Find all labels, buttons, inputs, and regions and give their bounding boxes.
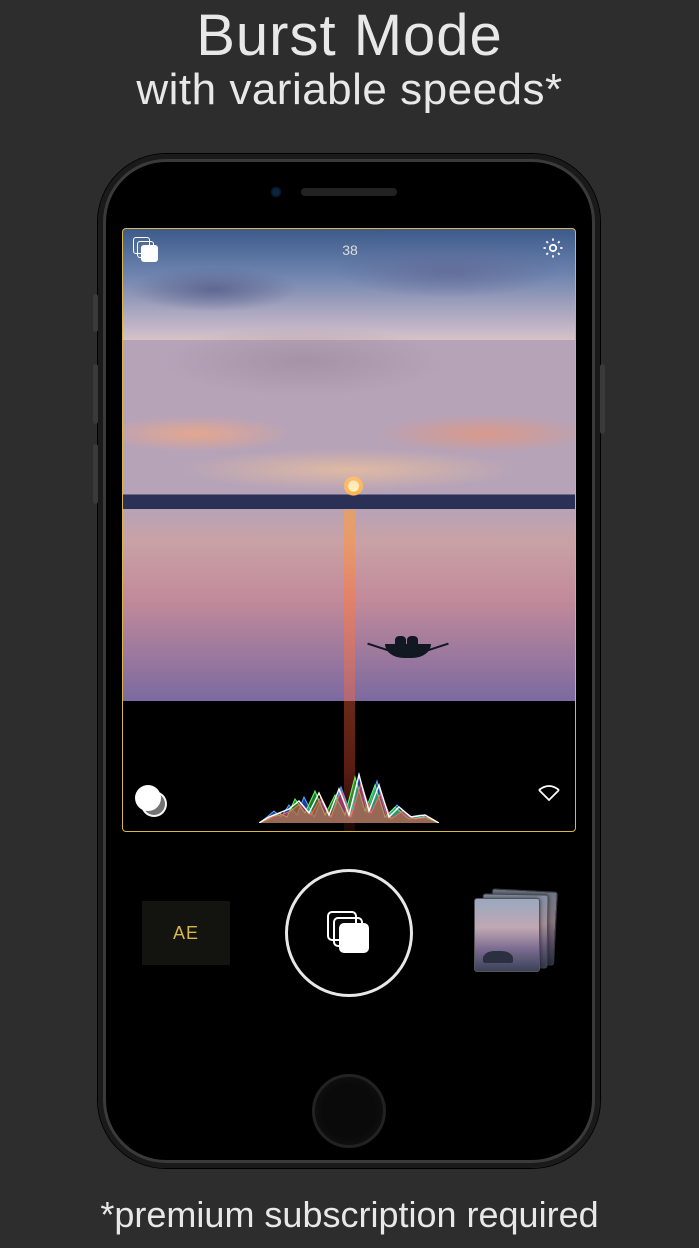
shutter-burst-icon: [327, 911, 371, 955]
camera-controls-bar: AE: [122, 864, 576, 1002]
burst-mode-icon[interactable]: [133, 237, 159, 263]
settings-gear-icon[interactable]: [541, 236, 565, 265]
ae-lock-button[interactable]: AE: [142, 901, 230, 965]
vignette-icon[interactable]: [535, 780, 563, 823]
promo-footnote: *premium subscription required: [0, 1194, 699, 1236]
mute-switch: [93, 294, 98, 332]
phone-screen: 38 AE: [122, 228, 576, 1034]
home-button[interactable]: [312, 1074, 386, 1148]
phone-frame: 38 AE: [98, 154, 600, 1168]
burst-counter: 38: [342, 242, 358, 258]
promo-title: Burst Mode: [0, 6, 699, 67]
shutter-button[interactable]: [285, 869, 413, 997]
camera-viewfinder[interactable]: 38: [122, 228, 576, 832]
volume-down-button: [93, 444, 98, 504]
volume-up-button: [93, 364, 98, 424]
promo-subtitle: with variable speeds*: [0, 65, 699, 115]
gallery-thumbnail-button[interactable]: [468, 890, 556, 976]
power-button: [600, 364, 605, 434]
histogram-icon[interactable]: [259, 767, 439, 823]
sky-clouds: [123, 229, 575, 831]
filters-icon[interactable]: [135, 785, 163, 813]
scene-boat: [385, 644, 431, 658]
